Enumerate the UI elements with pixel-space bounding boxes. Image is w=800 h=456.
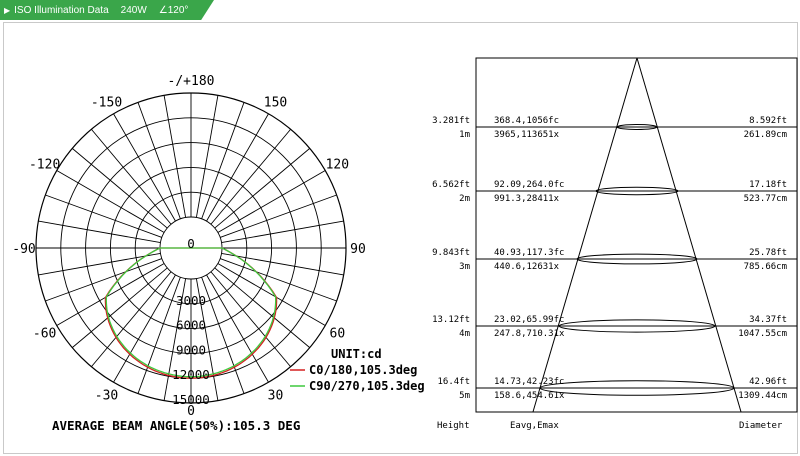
eavg-lx: 991.3,28411x xyxy=(494,194,560,204)
height-ft: 16.4ft xyxy=(437,377,470,387)
cone-diagram: 3.281ft 1m 368.4,1056fc 3965,113651x 8.592ft… xyxy=(432,57,798,431)
diameter-m: 1309.44cm xyxy=(738,391,787,401)
eavg-lx: 440.6,12631x xyxy=(494,262,560,272)
eavg-fc: 14.73,42.23fc xyxy=(494,377,564,387)
diameter-ft: 25.78ft xyxy=(749,248,787,258)
eavg-lx: 3965,113651x xyxy=(494,130,560,140)
height-m: 5m xyxy=(459,391,470,401)
diameter-ft: 42.96ft xyxy=(749,377,787,387)
eavg-fc: 40.93,117.3fc xyxy=(494,248,564,258)
footer-diameter: Diameter xyxy=(739,421,783,431)
diameter-m: 261.89cm xyxy=(744,130,787,140)
height-ft: 13.12ft xyxy=(432,315,470,325)
cone-row: 6.562ft 2m 92.09,264.0fc 991.3,28411x 17.18f… xyxy=(432,180,797,204)
cone-row: 3.281ft 1m 368.4,1056fc 3965,113651x 8.592ft… xyxy=(432,116,797,140)
eavg-fc: 92.09,264.0fc xyxy=(494,180,564,190)
diameter-ft: 8.592ft xyxy=(749,116,787,126)
cone-row: 9.843ft 3m 40.93,117.3fc 440.6,12631x 25.78f… xyxy=(432,248,797,272)
cone-frame-rect xyxy=(475,57,798,413)
cone-row: 13.12ft 4m 23.02,65.99fc 247.8,710.31x 34.37… xyxy=(432,315,797,339)
footer-height: Height xyxy=(437,421,470,431)
eavg-fc: 368.4,1056fc xyxy=(494,116,559,126)
cone-frame xyxy=(475,57,798,413)
cone-edge-right xyxy=(636,57,742,413)
cone-row: 16.4ft 5m 14.73,42.23fc 158.6,454.61x 42.96f… xyxy=(437,377,797,401)
diameter-m: 1047.55cm xyxy=(738,329,787,339)
height-m: 3m xyxy=(459,262,470,272)
cone-edge-left xyxy=(532,57,638,413)
cone-rows: 3.281ft 1m 368.4,1056fc 3965,113651x 8.592ft… xyxy=(432,116,797,401)
diameter-m: 523.77cm xyxy=(744,194,787,204)
height-ft: 3.281ft xyxy=(432,116,470,126)
diameter-ft: 34.37ft xyxy=(749,315,787,325)
height-m: 1m xyxy=(459,130,470,140)
eavg-fc: 23.02,65.99fc xyxy=(494,315,564,325)
height-m: 2m xyxy=(459,194,470,204)
diameter-m: 785.66cm xyxy=(744,262,787,272)
height-m: 4m xyxy=(459,329,470,339)
diameter-ft: 17.18ft xyxy=(749,180,787,190)
eavg-lx: 247.8,710.31x xyxy=(494,329,565,339)
eavg-lx: 158.6,454.61x xyxy=(494,391,565,401)
footer-eavg: Eavg,Emax xyxy=(510,421,559,431)
height-ft: 9.843ft xyxy=(432,248,470,258)
height-ft: 6.562ft xyxy=(432,180,470,190)
